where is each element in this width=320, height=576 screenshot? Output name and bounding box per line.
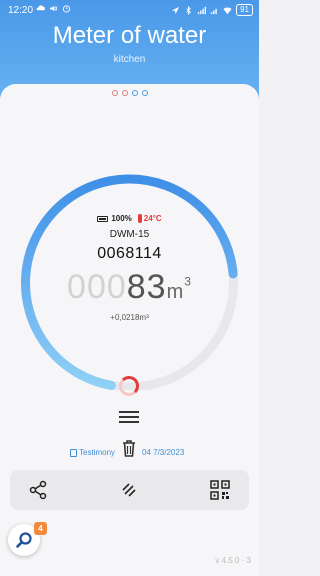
signal-icon [197, 6, 207, 14]
meter-temperature-value: 24°C [143, 214, 162, 223]
status-notification-icons [36, 4, 71, 13]
reading-unit-power: 3 [184, 274, 192, 289]
share-icon[interactable] [28, 480, 48, 500]
reading-delta: +0,0218m³ [0, 313, 259, 322]
page-dot[interactable] [111, 90, 118, 96]
reading-unit: m [166, 281, 185, 303]
reading-value: 83 [126, 268, 167, 306]
mute-icon [49, 5, 58, 12]
reading-delta-value: +0,0218 [110, 313, 140, 322]
status-bar: 12:20 91 [0, 0, 259, 22]
page-dot[interactable] [131, 90, 138, 96]
page-indicator[interactable] [0, 90, 259, 96]
meter-serial-number: 0068114 [97, 245, 162, 262]
meter-reading: 00083m3 [0, 268, 259, 307]
cloud-icon [36, 5, 45, 11]
sync-spinner [119, 376, 139, 396]
status-time: 12:20 [8, 5, 34, 16]
settings-sliders-button[interactable] [119, 407, 139, 427]
meter-battery: 100% [97, 214, 132, 223]
meter-battery-value: 100% [111, 214, 132, 223]
delete-button[interactable] [121, 439, 137, 458]
bluetooth-icon [186, 5, 191, 15]
page-dot[interactable] [121, 90, 128, 96]
testimony-date: 04 7/3/2023 [142, 448, 185, 457]
slider-line [119, 411, 139, 413]
reading-delta-unit: m³ [139, 313, 149, 322]
testimony-label: Testimony [79, 448, 116, 457]
page-dot-active[interactable] [141, 90, 148, 96]
battery-indicator: 91 [236, 4, 253, 16]
battery-icon [97, 215, 109, 222]
reading-leading-zeros: 000 [67, 268, 127, 306]
page-subtitle: kitchen [113, 54, 146, 65]
search-badge: 4 [34, 522, 47, 535]
document-icon [70, 448, 77, 457]
stripes-icon[interactable] [119, 480, 139, 500]
wifi-icon [223, 7, 232, 14]
status-system-icons: 91 [171, 4, 253, 16]
signal-2-icon [210, 8, 217, 14]
testimony-link[interactable]: Testimony [70, 448, 115, 457]
thermometer-icon [137, 214, 142, 223]
location-icon [171, 6, 180, 14]
slider-line [119, 421, 139, 423]
meter-temperature: 24°C [137, 214, 162, 223]
meter-status-row: 100% 24°C [0, 214, 259, 223]
slider-line [119, 416, 139, 418]
device-model: DWM-15 [109, 229, 150, 240]
qr-code-icon[interactable] [210, 480, 230, 500]
alarm-icon [62, 5, 71, 13]
page-title: Meter of water [52, 22, 207, 49]
app-version: v 4.5.0 · 3 [215, 556, 251, 565]
action-bar [10, 470, 249, 510]
